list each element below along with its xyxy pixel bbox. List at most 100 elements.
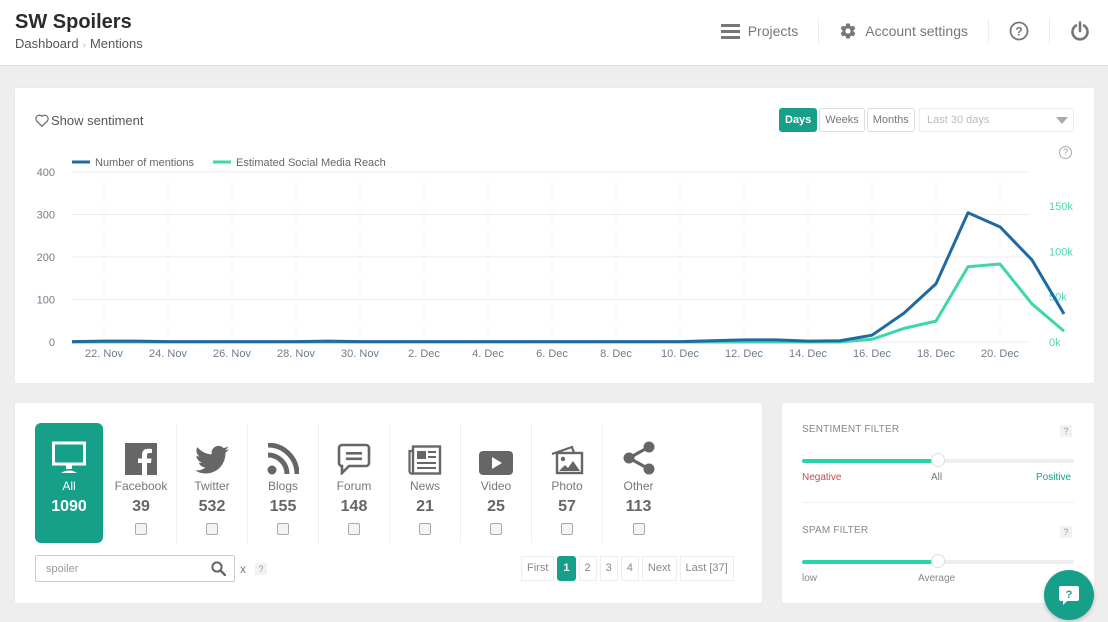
x-axis-tick: 18. Dec [917,348,955,360]
help-button[interactable]: ? [989,18,1050,44]
y-axis-left-tick: 300 [37,210,55,222]
spam-average-label: Average [918,573,956,584]
search-help-icon[interactable]: ? [255,563,267,575]
spam-slider-handle[interactable] [931,554,945,568]
project-title: SW Spoilers [15,11,132,33]
support-chat-button[interactable]: ? [1044,570,1094,620]
date-range-select[interactable]: Last 30 days [919,108,1074,132]
account-settings-link[interactable]: Account settings [819,18,989,44]
source-count: 39 [132,498,150,515]
caret-down-icon [1056,117,1068,124]
page-1-button[interactable]: 1 [557,556,576,581]
source-label: Blogs [267,479,299,493]
x-axis-tick: 4. Dec [472,348,504,360]
breadcrumb: Dashboard › Mentions [15,36,143,51]
clear-search-button[interactable]: x [240,562,246,576]
y-axis-right-tick: 150k [1049,201,1073,213]
x-axis-tick: 6. Dec [536,348,568,360]
source-checkbox[interactable] [561,523,573,535]
source-checkbox[interactable] [348,523,360,535]
forum-icon [319,435,389,475]
period-weeks-button[interactable]: Weeks [819,108,865,132]
sources-panel: All 1090 Facebook 39 Twitter 532 Blogs 1… [15,403,762,603]
power-icon [1071,21,1089,41]
sentiment-slider-fill [802,459,938,463]
photo-icon [532,435,602,475]
rss-icon [248,435,318,475]
source-label: All [62,479,76,493]
spam-help-icon[interactable]: ? [1060,526,1072,538]
source-filter-video[interactable]: Video 25 [461,423,532,543]
projects-label: Projects [747,23,799,39]
sentiment-slider[interactable] [802,453,1074,467]
sentiment-filter-title: SENTIMENT FILTER [802,424,900,435]
period-months-button[interactable]: Months [866,108,915,132]
chat-help-icon: ? [1059,586,1079,605]
page-3-button[interactable]: 3 [599,556,618,581]
x-axis-tick: 24. Nov [149,348,187,360]
x-axis-tick: 14. Dec [789,348,827,360]
source-label: Video [480,479,512,493]
sentiment-slider-handle[interactable] [931,453,945,467]
source-checkbox[interactable] [277,523,289,535]
pagination: First 1 2 3 4 Next Last [37] [521,556,737,581]
page-next-button[interactable]: Next [641,556,677,581]
period-days-button[interactable]: Days [779,108,818,132]
period-toggle: Days Weeks Months [779,108,917,132]
source-label: Other [623,479,654,493]
breadcrumb-mentions: Mentions [89,36,143,51]
top-nav: Projects Account settings ? [701,18,1108,44]
source-count: 113 [625,498,652,515]
series-line-mentions [71,211,1066,344]
gear-icon [840,23,856,39]
source-label: Twitter [194,479,230,493]
source-filter-twitter[interactable]: Twitter 532 [177,423,248,543]
source-filter-all[interactable]: All 1090 [35,423,103,543]
y-axis-left-tick: 100 [37,295,55,307]
x-axis-tick: 22. Nov [85,348,123,360]
filters-panel: SENTIMENT FILTER ? Negative All Positive… [782,403,1094,603]
page-4-button[interactable]: 4 [620,556,639,581]
account-settings-label: Account settings [865,23,968,39]
page-last-button[interactable]: Last [37] [679,556,734,581]
x-axis-tick: 30. Nov [341,348,379,360]
legend-label[interactable]: Number of mentions [95,157,195,169]
source-checkbox[interactable] [206,523,218,535]
x-axis-tick: 20. Dec [981,348,1019,360]
x-axis-tick: 8. Dec [600,348,632,360]
source-filter-blogs[interactable]: Blogs 155 [248,423,319,543]
page-first-button[interactable]: First [521,556,555,581]
projects-menu[interactable]: Projects [701,18,820,44]
spam-filter-title: SPAM FILTER [802,525,869,536]
sentiment-positive-label: Positive [1036,472,1072,483]
y-axis-left-tick: 200 [37,252,55,264]
y-axis-left-tick: 400 [37,167,55,179]
y-axis-right-tick: 0k [1049,337,1061,349]
breadcrumb-dashboard[interactable]: Dashboard [15,36,79,51]
search-icon[interactable] [211,561,226,576]
hamburger-icon [720,23,740,39]
source-count: 57 [558,498,576,515]
video-icon [461,435,531,475]
show-sentiment-toggle[interactable]: Show sentiment [35,113,144,128]
source-filter-photo[interactable]: Photo 57 [532,423,603,543]
source-filter-facebook[interactable]: Facebook 39 [106,423,177,543]
page-2-button[interactable]: 2 [578,556,597,581]
heart-icon [35,114,49,127]
source-checkbox[interactable] [419,523,431,535]
source-count: 532 [198,498,226,515]
spam-slider[interactable] [802,554,1074,568]
svg-text:?: ? [1066,589,1073,601]
logout-button[interactable] [1050,18,1108,44]
source-filter-forum[interactable]: Forum 148 [319,423,390,543]
source-checkbox[interactable] [135,523,147,535]
source-checkbox[interactable] [490,523,502,535]
source-checkbox[interactable] [632,523,645,535]
source-label: Facebook [114,479,168,493]
source-filter-news[interactable]: News 21 [390,423,461,543]
source-count: 148 [340,498,368,515]
source-filter-other[interactable]: Other 113 [603,423,674,543]
legend-label[interactable]: Estimated Social Media Reach [236,157,386,169]
sentiment-help-icon[interactable]: ? [1060,425,1072,437]
search-input[interactable] [36,556,206,581]
